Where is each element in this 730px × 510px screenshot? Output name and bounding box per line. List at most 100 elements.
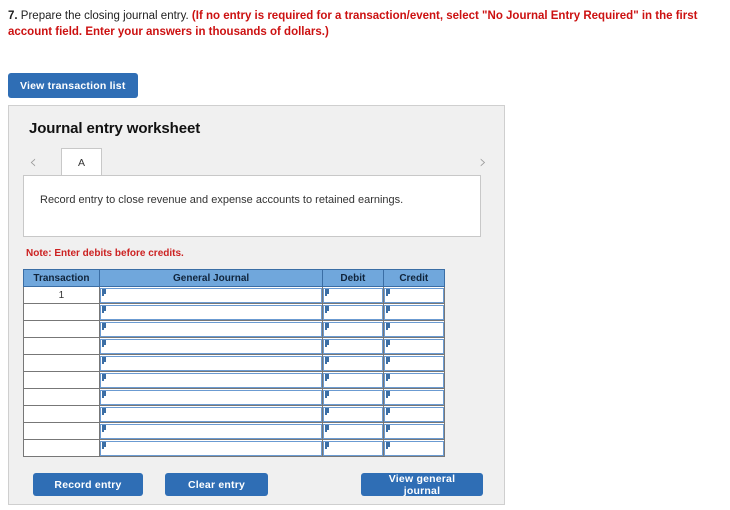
debit-cell bbox=[322, 337, 384, 355]
table-row bbox=[23, 439, 446, 457]
credit-cell bbox=[382, 371, 446, 389]
action-button-row: Record entry Clear entry View general jo… bbox=[9, 473, 506, 497]
table-row bbox=[23, 405, 446, 423]
transaction-number-cell bbox=[23, 371, 100, 389]
worksheet-page: 7. Prepare the closing journal entry. (I… bbox=[0, 0, 730, 510]
debit-cell bbox=[322, 422, 384, 440]
credit-input[interactable] bbox=[383, 389, 444, 405]
table-row bbox=[23, 422, 446, 440]
table-row bbox=[23, 337, 446, 355]
debit-input[interactable] bbox=[323, 304, 383, 320]
column-header-transaction: Transaction bbox=[23, 269, 100, 287]
credit-input[interactable] bbox=[383, 321, 444, 337]
debit-cell bbox=[322, 354, 384, 372]
journal-entry-panel: Journal entry worksheet ‹ A › Record ent… bbox=[8, 105, 505, 505]
question-text: Prepare the closing journal entry. bbox=[20, 10, 189, 22]
general-journal-input[interactable] bbox=[99, 406, 323, 422]
credit-cell bbox=[382, 337, 446, 355]
transaction-number-cell bbox=[23, 405, 100, 423]
debit-input[interactable] bbox=[323, 406, 383, 422]
general-journal-cell bbox=[98, 320, 324, 338]
general-journal-cell bbox=[98, 422, 324, 440]
chevron-left-icon[interactable]: ‹ bbox=[23, 151, 43, 173]
transaction-number-cell bbox=[23, 337, 100, 355]
debit-cell bbox=[322, 320, 384, 338]
column-header-debit: Debit bbox=[322, 269, 384, 287]
general-journal-input[interactable] bbox=[99, 440, 323, 456]
table-row bbox=[23, 371, 446, 389]
debit-input[interactable] bbox=[323, 372, 383, 388]
record-entry-button[interactable]: Record entry bbox=[33, 473, 143, 496]
debit-input[interactable] bbox=[323, 355, 383, 371]
tab-strip: ‹ A › bbox=[23, 148, 493, 176]
view-transaction-list-button[interactable]: View transaction list bbox=[8, 73, 138, 98]
transaction-number-cell bbox=[23, 388, 100, 406]
chevron-right-icon[interactable]: › bbox=[473, 151, 493, 173]
credit-cell bbox=[382, 303, 446, 321]
debit-input[interactable] bbox=[323, 440, 383, 456]
general-journal-input[interactable] bbox=[99, 372, 323, 388]
clear-entry-button[interactable]: Clear entry bbox=[165, 473, 268, 496]
debit-input[interactable] bbox=[323, 389, 383, 405]
credit-input[interactable] bbox=[383, 287, 444, 303]
credit-input[interactable] bbox=[383, 406, 444, 422]
credit-cell bbox=[382, 439, 446, 457]
credit-input[interactable] bbox=[383, 372, 444, 388]
credit-cell bbox=[382, 388, 446, 406]
credit-input[interactable] bbox=[383, 338, 444, 354]
debit-cell bbox=[322, 371, 384, 389]
credit-cell bbox=[382, 354, 446, 372]
transaction-number-cell bbox=[23, 303, 100, 321]
debit-cell bbox=[322, 286, 384, 304]
credit-input[interactable] bbox=[383, 355, 444, 371]
debit-cell bbox=[322, 439, 384, 457]
general-journal-input[interactable] bbox=[99, 389, 323, 405]
transaction-number-cell bbox=[23, 320, 100, 338]
general-journal-cell bbox=[98, 303, 324, 321]
credit-input[interactable] bbox=[383, 423, 444, 439]
general-journal-input[interactable] bbox=[99, 355, 323, 371]
general-journal-cell bbox=[98, 354, 324, 372]
general-journal-input[interactable] bbox=[99, 287, 323, 303]
table-row bbox=[23, 303, 446, 321]
general-journal-cell bbox=[98, 337, 324, 355]
general-journal-input[interactable] bbox=[99, 338, 323, 354]
debit-input[interactable] bbox=[323, 423, 383, 439]
tab-a-label: A bbox=[77, 156, 85, 169]
credit-input[interactable] bbox=[383, 304, 444, 320]
general-journal-cell bbox=[98, 286, 324, 304]
panel-title: Journal entry worksheet bbox=[29, 120, 201, 137]
table-header-row: Transaction General Journal Debit Credit bbox=[23, 269, 446, 287]
debit-input[interactable] bbox=[323, 321, 383, 337]
credit-input[interactable] bbox=[383, 440, 444, 456]
view-general-journal-button[interactable]: View general journal bbox=[361, 473, 483, 497]
table-row bbox=[23, 354, 446, 372]
table-row: 1 bbox=[23, 286, 446, 304]
general-journal-input[interactable] bbox=[99, 423, 323, 439]
column-header-general-journal: General Journal bbox=[98, 269, 324, 287]
debit-input[interactable] bbox=[323, 338, 383, 354]
general-journal-cell bbox=[98, 388, 324, 406]
debit-cell bbox=[322, 388, 384, 406]
general-journal-cell bbox=[98, 439, 324, 457]
general-journal-cell bbox=[98, 405, 324, 423]
transaction-number-cell bbox=[23, 439, 100, 457]
entry-description-box: Record entry to close revenue and expens… bbox=[23, 175, 481, 237]
journal-entry-table: Transaction General Journal Debit Credit… bbox=[23, 269, 446, 457]
table-row bbox=[23, 320, 446, 338]
transaction-number-cell bbox=[23, 354, 100, 372]
transaction-number-cell bbox=[23, 422, 100, 440]
debit-input[interactable] bbox=[323, 287, 383, 303]
general-journal-input[interactable] bbox=[99, 321, 323, 337]
tab-a[interactable]: A bbox=[61, 148, 102, 176]
table-body: 1 bbox=[23, 286, 446, 457]
entry-description-text: Record entry to close revenue and expens… bbox=[40, 194, 404, 206]
general-journal-input[interactable] bbox=[99, 304, 323, 320]
credit-cell bbox=[382, 320, 446, 338]
transaction-number-cell: 1 bbox=[23, 286, 100, 304]
debit-cell bbox=[322, 405, 384, 423]
credit-cell bbox=[382, 286, 446, 304]
credit-cell bbox=[382, 422, 446, 440]
general-journal-cell bbox=[98, 371, 324, 389]
column-header-credit: Credit bbox=[382, 269, 446, 287]
